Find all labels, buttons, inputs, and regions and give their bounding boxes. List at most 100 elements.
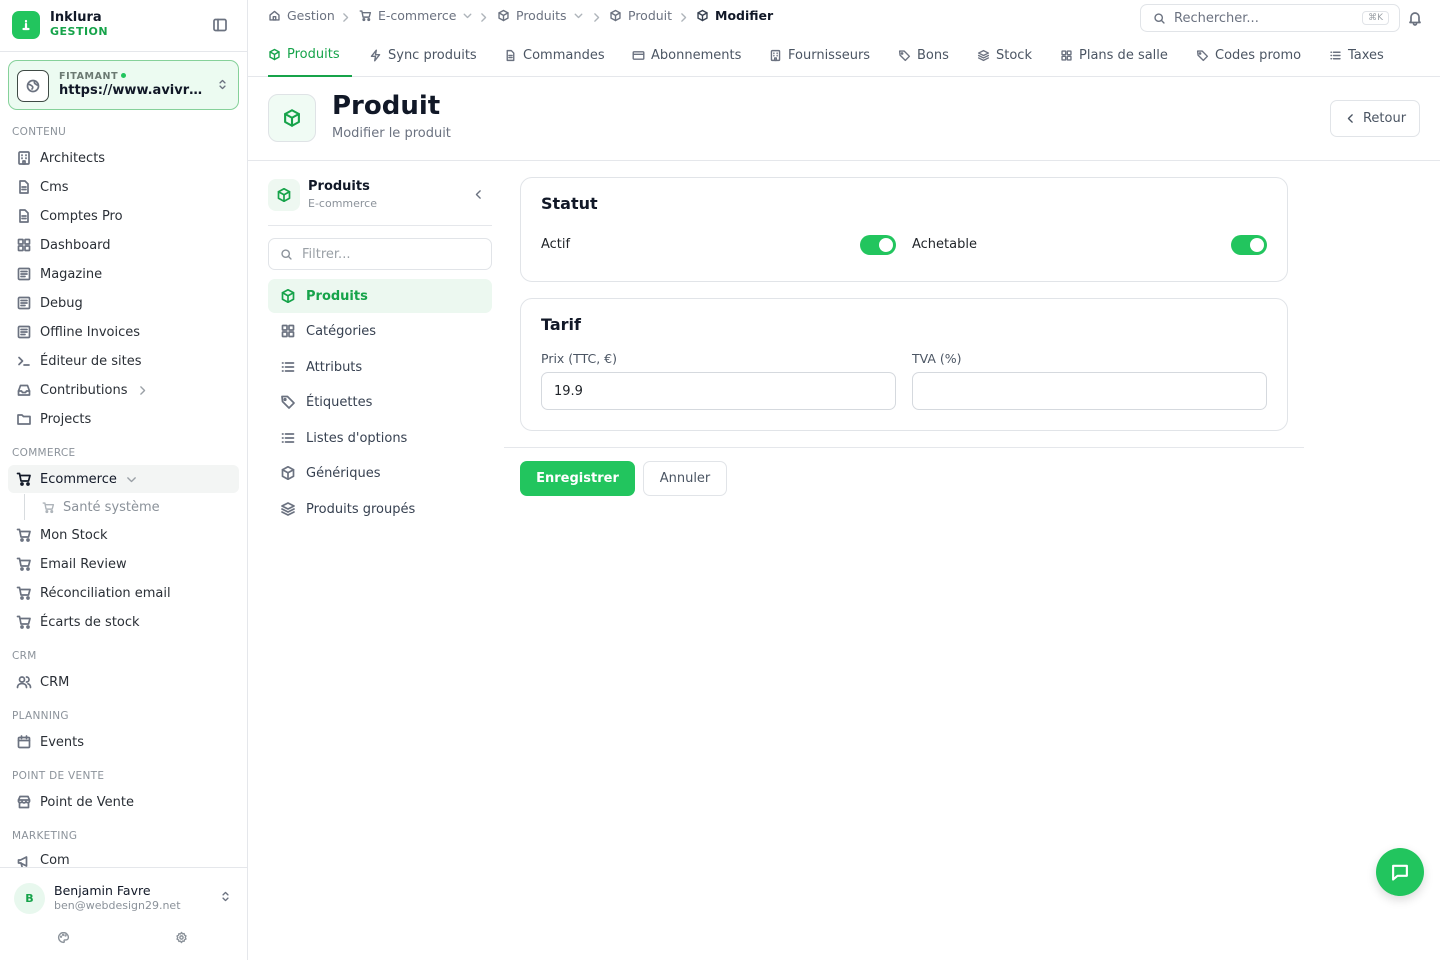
chevron-down-icon: [574, 13, 583, 19]
save-button[interactable]: Enregistrer: [520, 461, 635, 496]
chevron-right-icon: [139, 385, 145, 395]
sidebar-item-label: Contributions: [40, 382, 128, 398]
filter-input[interactable]: Filtrer...: [268, 238, 492, 270]
sidebar-item-label: Email Review: [40, 556, 127, 572]
sidebar-item-architects[interactable]: Architects: [8, 144, 239, 172]
sidebar-item-ecommerce[interactable]: Ecommerce: [8, 465, 239, 493]
sidebar-item-projects[interactable]: Projects: [8, 405, 239, 433]
sidebar-item-reconciliation-email[interactable]: Réconciliation email: [8, 579, 239, 607]
sidebar-item-editeur-de-sites[interactable]: Éditeur de sites: [8, 347, 239, 375]
breadcrumb-gestion[interactable]: Gestion: [268, 8, 335, 23]
sidebar-item-magazine[interactable]: Magazine: [8, 260, 239, 288]
sidebar-item-label: Architects: [40, 150, 106, 166]
cancel-button[interactable]: Annuler: [643, 461, 727, 496]
layers-icon: [281, 502, 295, 516]
sidebar-item-label: Santé système: [63, 499, 160, 515]
chevron-right-icon: [681, 13, 687, 22]
chevron-right-icon: [481, 13, 487, 22]
sidebar-item-sante-systeme[interactable]: Santé système: [34, 494, 239, 520]
brand[interactable]: Inklura GESTION: [12, 11, 108, 39]
tab-codes-promo[interactable]: Codes promo: [1196, 34, 1301, 77]
divider: [248, 160, 1440, 161]
message-icon: [1392, 864, 1408, 881]
brand-logo-icon: [12, 11, 40, 39]
tva-field[interactable]: [912, 372, 1267, 410]
grid-icon: [281, 324, 295, 338]
chevrons-up-down-icon[interactable]: [219, 890, 232, 903]
tab-bons[interactable]: Bons: [898, 34, 949, 77]
calendar-icon: [17, 735, 31, 749]
package-icon: [498, 9, 509, 22]
user-name[interactable]: Benjamin Favre: [54, 883, 151, 898]
page-title: Produit: [332, 91, 441, 121]
package-icon: [269, 48, 280, 61]
newspaper-icon: [17, 267, 31, 281]
back-button[interactable]: Retour: [1330, 100, 1420, 137]
sidebar-item-label: Comptes Pro: [40, 208, 123, 224]
sidebar-item-ecarts-de-stock[interactable]: Écarts de stock: [8, 608, 239, 636]
gear-icon[interactable]: [175, 931, 188, 944]
sidebar-item-mon-stock[interactable]: Mon Stock: [8, 521, 239, 549]
subnav-item-attributs[interactable]: Attributs: [268, 350, 492, 384]
sidebar-item-debug[interactable]: Debug: [8, 289, 239, 317]
tab-taxes[interactable]: Taxes: [1329, 34, 1384, 77]
megaphone-icon: [17, 856, 28, 867]
sidebar-item-email-review[interactable]: Email Review: [8, 550, 239, 578]
cart-icon: [16, 586, 31, 600]
tab-sync-produits[interactable]: Sync produits: [369, 34, 477, 77]
divider: [0, 867, 248, 868]
sidebar-item-label: Magazine: [40, 266, 103, 282]
tab-commandes[interactable]: Commandes: [504, 34, 605, 77]
actif-toggle[interactable]: [860, 235, 896, 255]
sidebar-toggle-icon[interactable]: [212, 17, 228, 33]
subnav-item-categories[interactable]: Catégories: [268, 314, 492, 348]
tab-abonnements[interactable]: Abonnements: [632, 34, 741, 77]
chevron-left-icon[interactable]: [472, 188, 485, 201]
sidebar-item-contributions[interactable]: Contributions: [8, 376, 239, 404]
breadcrumb-produits[interactable]: Produits: [497, 8, 585, 23]
brand-name: Inklura: [50, 10, 102, 25]
module-tabs: Produits Sync produits Commandes Abonnem…: [248, 34, 1440, 77]
breadcrumb-produit[interactable]: Produit: [609, 8, 672, 23]
tag-icon: [898, 50, 911, 62]
subnav-item-produits-groupes[interactable]: Produits groupés: [268, 492, 492, 526]
price-label: Prix (TTC, €): [541, 351, 618, 366]
sidebar-item-offline-invoices[interactable]: Offline Invoices: [8, 318, 239, 346]
chevron-right-icon: [594, 13, 600, 22]
search-input[interactable]: Rechercher... ⌘K: [1140, 4, 1400, 32]
sidebar-item-crm[interactable]: CRM: [8, 668, 239, 696]
tab-plans-de-salle[interactable]: Plans de salle: [1060, 34, 1168, 77]
search-placeholder: Rechercher...: [1174, 10, 1259, 26]
sidebar-item-dashboard[interactable]: Dashboard: [8, 231, 239, 259]
avatar[interactable]: B: [14, 883, 45, 914]
sidebar-item-comptes-pro[interactable]: Comptes Pro: [8, 202, 239, 230]
cart-icon: [42, 501, 55, 513]
site-switcher[interactable]: FITAMANT https://www.avivre-chaussures.f…: [8, 60, 239, 110]
grid-icon: [17, 238, 31, 252]
sidebar-item-com[interactable]: Com: [8, 848, 239, 867]
breadcrumb-e-commerce[interactable]: E-commerce: [359, 8, 474, 23]
chat-button[interactable]: [1376, 848, 1424, 896]
sidebar-item-events[interactable]: Events: [8, 728, 239, 756]
building-icon: [770, 49, 781, 62]
site-url: https://www.avivre-chaussures.fr: [59, 83, 204, 98]
sidebar-item-point-de-vente[interactable]: Point de Vente: [8, 788, 239, 816]
subnav-item-etiquettes[interactable]: Étiquettes: [268, 385, 492, 419]
palette-icon[interactable]: [57, 931, 70, 944]
tab-produits[interactable]: Produits: [268, 34, 352, 77]
achetable-toggle[interactable]: [1231, 235, 1267, 255]
tab-stock[interactable]: Stock: [977, 34, 1032, 77]
sidebar-item-cms[interactable]: Cms: [8, 173, 239, 201]
bell-icon[interactable]: [1407, 10, 1423, 26]
status-dot-icon: [121, 73, 127, 78]
divider: [268, 225, 492, 226]
cart-icon: [16, 472, 31, 486]
tab-fournisseurs[interactable]: Fournisseurs: [769, 34, 870, 77]
subnav-item-produits[interactable]: Produits: [268, 279, 492, 313]
terminal-icon: [18, 356, 30, 366]
package-icon: [697, 9, 708, 22]
subnav-item-listes-d-options[interactable]: Listes d'options: [268, 421, 492, 455]
sidebar-item-label: CRM: [40, 674, 70, 690]
price-field[interactable]: [541, 372, 896, 410]
subnav-item-generiques[interactable]: Génériques: [268, 456, 492, 490]
